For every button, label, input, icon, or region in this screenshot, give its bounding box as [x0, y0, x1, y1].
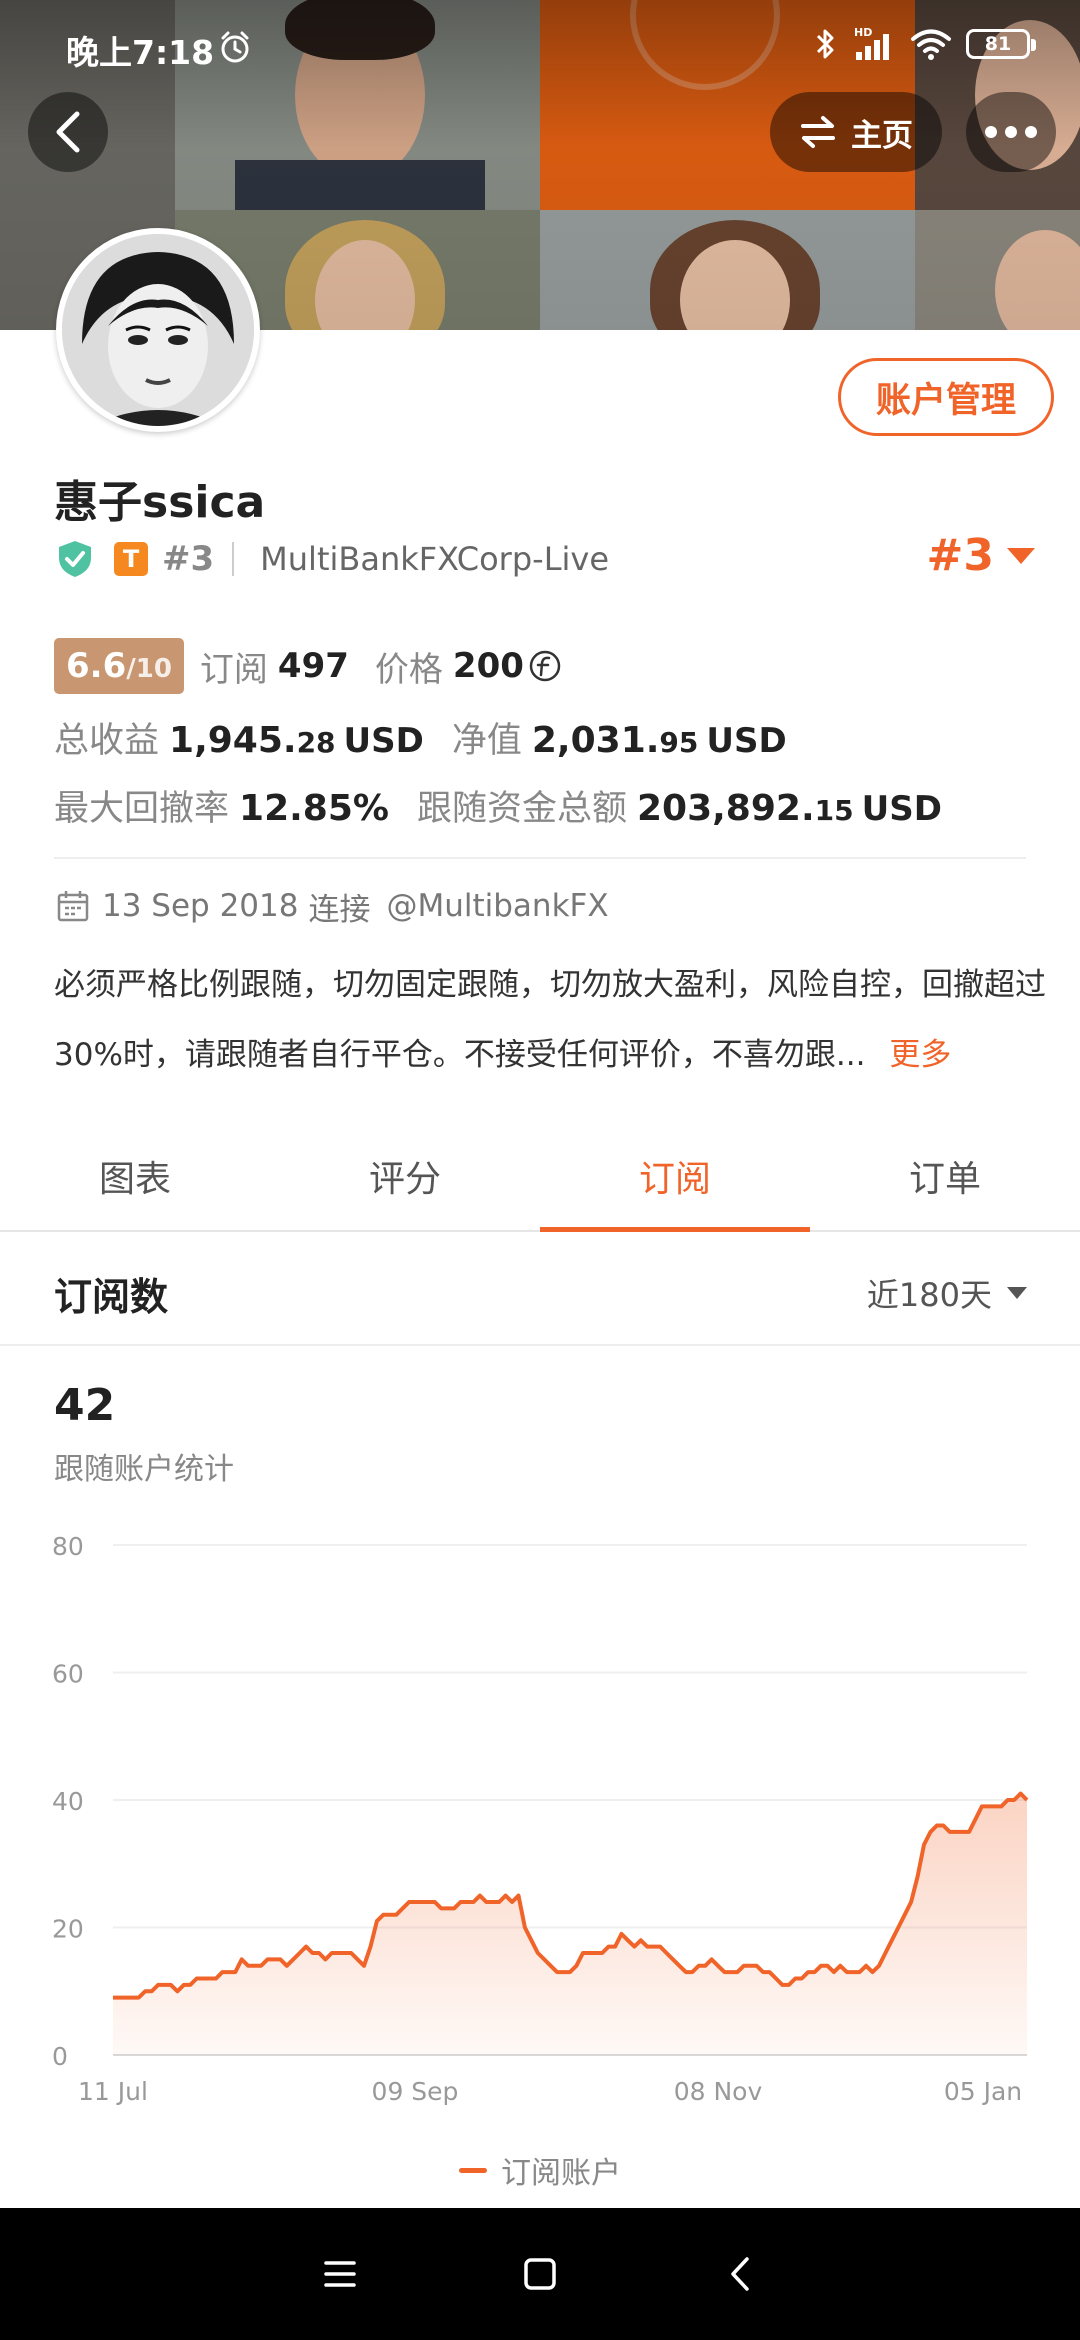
- x-tick-label: 05 Jan: [944, 2077, 1022, 2106]
- nav-menu-button[interactable]: [305, 2239, 375, 2309]
- subscription-chart: 0 20 40 60 80 11 Jul 09 Sep 08 Nov 05 Jan: [52, 1532, 1029, 2106]
- nav-back-button[interactable]: [705, 2239, 775, 2309]
- total-profit-label: 总收益: [54, 721, 160, 761]
- chevron-left-icon: [731, 2257, 749, 2291]
- square-icon: [524, 2258, 556, 2290]
- stats-row-drawdown: 最大回撤率 12.85% 跟随资金总额 203,892. 15 USD: [54, 780, 970, 831]
- bluetooth-icon: [816, 29, 834, 59]
- y-tick-label: 80: [52, 1532, 84, 1561]
- follow-funds-cents: 15: [814, 794, 854, 827]
- max-drawdown-value: 12.85%: [239, 788, 389, 829]
- total-profit-currency: USD: [343, 721, 424, 761]
- battery-level: 81: [984, 33, 1012, 55]
- y-tick-label: 40: [52, 1787, 84, 1816]
- more-dot-icon: [1025, 126, 1037, 138]
- divider: [54, 857, 1026, 859]
- follower-count-label: 跟随账户统计: [54, 1452, 234, 1487]
- y-tick-label: 60: [52, 1660, 84, 1689]
- equity-cents: 95: [659, 726, 699, 759]
- more-link[interactable]: 更多: [889, 1037, 951, 1073]
- calendar-icon: [57, 891, 89, 922]
- connection-info: 13 Sep 2018 连接 @MultibankFX: [56, 886, 609, 928]
- equity-currency: USD: [706, 721, 787, 761]
- verified-shield-icon: [59, 541, 91, 577]
- y-tick-label: 20: [52, 1915, 84, 1944]
- more-options-button[interactable]: [966, 92, 1056, 172]
- stats-row-rating: 6.6 /10 订阅 497 价格 200: [54, 638, 562, 694]
- account-manage-button[interactable]: 账户管理: [838, 358, 1054, 436]
- signal-icon: HD: [854, 26, 889, 60]
- follower-count-value: 42: [54, 1380, 116, 1431]
- tab-orders[interactable]: 订单: [810, 1122, 1080, 1230]
- system-nav-bar: [0, 2208, 1080, 2340]
- wifi-icon: [911, 29, 951, 60]
- home-button-label: 主页: [851, 117, 913, 154]
- range-dropdown-label: 近180天: [866, 1276, 992, 1314]
- caret-down-icon: [1007, 1287, 1027, 1299]
- nav-home-button[interactable]: [505, 2239, 575, 2309]
- more-dot-icon: [1005, 126, 1017, 138]
- swap-icon: [801, 116, 835, 148]
- more-dot-icon: [985, 126, 997, 138]
- caret-down-icon: [1007, 547, 1035, 564]
- subscribe-count: 497: [277, 646, 349, 686]
- stats-row-profit: 总收益 1,945. 28 USD 净值 2,031. 95 USD: [54, 712, 815, 763]
- coin-icon: [529, 650, 561, 682]
- tab-chart[interactable]: 图表: [0, 1122, 270, 1230]
- svg-text:HD: HD: [854, 26, 872, 39]
- battery-indicator: 81: [966, 29, 1036, 59]
- follow-funds-label: 跟随资金总额: [416, 789, 627, 829]
- range-dropdown[interactable]: 近180天: [867, 1270, 1028, 1316]
- max-drawdown-label: 最大回撤率: [54, 789, 230, 829]
- avatar-portrait: [62, 234, 254, 426]
- alarm-icon: [221, 31, 249, 63]
- total-profit-value: 1,945.: [169, 720, 297, 761]
- menu-icon: [324, 2261, 356, 2287]
- legend-label: 订阅账户: [501, 2156, 621, 2191]
- rank-dropdown[interactable]: #3: [927, 530, 1036, 581]
- connect-handle[interactable]: @MultibankFX: [386, 888, 608, 924]
- connect-date: 13 Sep 2018: [102, 888, 299, 924]
- avatar[interactable]: [56, 228, 260, 432]
- tab-rating[interactable]: 评分: [270, 1122, 540, 1230]
- home-button[interactable]: 主页: [770, 92, 942, 172]
- chevron-left-icon: [56, 111, 80, 153]
- status-time: 晚上7:18: [66, 33, 215, 72]
- rating-max: /10: [126, 654, 172, 684]
- section-header: 订阅数 近180天: [0, 1234, 1080, 1346]
- price-label: 价格: [374, 649, 443, 690]
- x-tick-label: 09 Sep: [372, 2077, 459, 2106]
- rank-dropdown-label: #3: [926, 530, 994, 581]
- rating-badge: 6.6 /10: [54, 638, 184, 694]
- follow-funds-value: 203,892.: [636, 788, 815, 829]
- equity-label: 净值: [451, 721, 522, 761]
- tab-subscription[interactable]: 订阅: [540, 1122, 810, 1232]
- username: 惠子ssica: [54, 477, 266, 528]
- connect-word: 连接: [308, 891, 371, 928]
- back-button[interactable]: [28, 92, 108, 172]
- tab-bar: 图表 评分 订阅 订单: [0, 1122, 1080, 1232]
- price-value: 200: [452, 646, 524, 686]
- strategy-description: 必须严格比例跟随，切勿固定跟随，切勿放大盈利，风险自控，回撤超过30%时，请跟随…: [54, 950, 1054, 1090]
- legend-swatch: [459, 2167, 487, 2173]
- divider: [232, 542, 235, 576]
- rank-label: #3: [162, 539, 215, 579]
- section-title: 订阅数: [54, 1275, 169, 1319]
- series-area: [113, 1793, 1027, 2055]
- equity-value: 2,031.: [531, 720, 660, 761]
- chart-legend: 订阅账户: [0, 2148, 1080, 2192]
- status-bar: 晚上7:18 HD 81: [0, 0, 1080, 96]
- subscribe-label: 订阅: [199, 649, 268, 690]
- rating-score: 6.6: [66, 646, 127, 686]
- y-tick-label: 0: [52, 2042, 68, 2071]
- total-profit-cents: 28: [296, 726, 336, 759]
- x-tick-label: 11 Jul: [78, 2077, 148, 2106]
- follow-funds-currency: USD: [861, 789, 942, 829]
- trader-badge: T: [114, 542, 148, 576]
- badge-row: T #3 MultiBankFXCorp-Live: [56, 536, 609, 582]
- x-tick-label: 08 Nov: [674, 2077, 763, 2106]
- server-name: MultiBankFXCorp-Live: [260, 540, 610, 578]
